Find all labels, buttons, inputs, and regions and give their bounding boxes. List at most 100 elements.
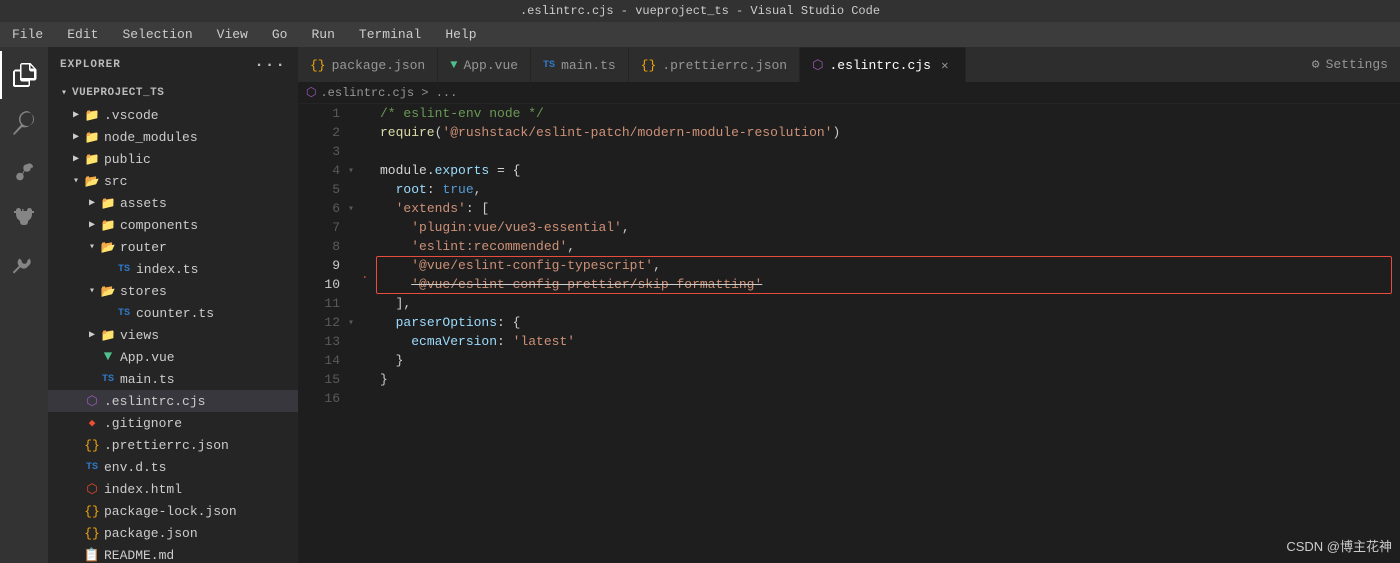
- code-span-9b: ,: [653, 256, 661, 275]
- tree-arrow-main-ts: [84, 371, 100, 387]
- activity-debug-icon[interactable]: [0, 195, 48, 243]
- menu-file[interactable]: File: [8, 25, 47, 44]
- code-span-9a: '@vue/eslint-config-typescript': [411, 256, 653, 275]
- tab-package-json[interactable]: {} package.json: [298, 47, 438, 82]
- tree-arrow-node-modules: ▶: [68, 129, 84, 145]
- tree-item-app-vue[interactable]: ▼ App.vue: [48, 346, 298, 368]
- code-line-5: root: true,: [380, 180, 1384, 199]
- menu-run[interactable]: Run: [307, 25, 338, 44]
- main-layout: EXPLORER ··· ▾ VUEPROJECT_TS ▶ 📁 .vscode…: [0, 47, 1400, 563]
- code-line-4: module.exports = {: [380, 161, 1384, 180]
- tree-item-prettierrc[interactable]: {} .prettierrc.json: [48, 434, 298, 456]
- tree-label-main-ts: main.ts: [120, 372, 175, 387]
- code-span-15a: }: [380, 370, 388, 389]
- tree-item-eslintrc[interactable]: ⬡ .eslintrc.cjs: [48, 390, 298, 412]
- tree-item-src[interactable]: ▾ 📂 src: [48, 170, 298, 192]
- tab-label-package-json: package.json: [332, 58, 426, 73]
- code-editor: 1 2 3 4 5 6 7 8 9 10 11 12 13 14 15 16: [298, 104, 1400, 563]
- tree-label-counter-ts: counter.ts: [136, 306, 214, 321]
- menu-go[interactable]: Go: [268, 25, 292, 44]
- code-span-14a: }: [396, 351, 404, 370]
- tree-item-counter-ts[interactable]: TS counter.ts: [48, 302, 298, 324]
- tree-label-node-modules: node_modules: [104, 130, 198, 145]
- tree-item-assets[interactable]: ▶ 📁 assets: [48, 192, 298, 214]
- code-lines-9-10-container: '@vue/eslint-config-typescript', '@vue/e…: [380, 256, 1384, 294]
- activity-scm-icon[interactable]: [0, 147, 48, 195]
- tree-item-root[interactable]: ▾ VUEPROJECT_TS: [48, 82, 298, 104]
- vue-icon-tab: ▼: [450, 58, 457, 72]
- breadcrumb-eslint-icon: ⬡: [306, 85, 316, 100]
- tree-item-node-modules[interactable]: ▶ 📁 node_modules: [48, 126, 298, 148]
- code-line-12: parserOptions: {: [380, 313, 1384, 332]
- tree-item-package-lock[interactable]: {} package-lock.json: [48, 500, 298, 522]
- code-span-5d: ,: [474, 180, 482, 199]
- code-span-5-indent: [380, 180, 396, 199]
- code-line-9: '@vue/eslint-config-typescript',: [380, 256, 1384, 275]
- tree-label-public: public: [104, 152, 151, 167]
- activity-bar: [0, 47, 48, 563]
- code-line-2: require('@rushstack/eslint-patch/modern-…: [380, 123, 1384, 142]
- folder-icon-src: 📂: [84, 173, 100, 189]
- activity-extensions-icon[interactable]: [0, 243, 48, 291]
- folder-icon-public: 📁: [84, 151, 100, 167]
- menu-help[interactable]: Help: [441, 25, 480, 44]
- code-span-11-indent: [380, 294, 396, 313]
- tree-item-index-html[interactable]: ⬡ index.html: [48, 478, 298, 500]
- folder-icon-vscode: 📁: [84, 107, 100, 123]
- tree-item-readme[interactable]: 📋 README.md: [48, 544, 298, 563]
- activity-explorer-icon[interactable]: [0, 51, 48, 99]
- folder-icon-node-modules: 📁: [84, 129, 100, 145]
- tree-item-router[interactable]: ▾ 📂 router: [48, 236, 298, 258]
- tree-item-public[interactable]: ▶ 📁 public: [48, 148, 298, 170]
- sidebar-content[interactable]: ▾ VUEPROJECT_TS ▶ 📁 .vscode ▶ 📁 node_mod…: [48, 82, 298, 563]
- tree-label-package-lock: package-lock.json: [104, 504, 237, 519]
- code-span-9-indent: [380, 256, 411, 275]
- watermark: CSDN @博主花神: [1286, 536, 1392, 555]
- tree-arrow-package-lock: [68, 503, 84, 519]
- tab-settings[interactable]: ⚙ Settings: [1300, 47, 1400, 82]
- code-span-8-indent: [380, 237, 411, 256]
- tree-arrow-stores: ▾: [84, 283, 100, 299]
- ts-icon-env: TS: [84, 459, 100, 475]
- tree-item-package-json[interactable]: {} package.json: [48, 522, 298, 544]
- tab-prettierrc-json[interactable]: {} .prettierrc.json: [629, 47, 800, 82]
- code-span-4a: module: [380, 161, 427, 180]
- code-span-6a: 'extends': [396, 199, 466, 218]
- activity-search-icon[interactable]: [0, 99, 48, 147]
- json-icon-package-lock: {}: [84, 503, 100, 519]
- tab-eslintrc-cjs[interactable]: ⬡ .eslintrc.cjs ✕: [800, 47, 966, 82]
- tree-item-stores[interactable]: ▾ 📂 stores: [48, 280, 298, 302]
- tree-label-gitignore: .gitignore: [104, 416, 182, 431]
- code-line-6: 'extends': [: [380, 199, 1384, 218]
- ts-icon-main: TS: [100, 371, 116, 387]
- folder-icon-assets: 📁: [100, 195, 116, 211]
- tab-label-app-vue: App.vue: [463, 58, 518, 73]
- menu-edit[interactable]: Edit: [63, 25, 102, 44]
- code-span-2c: '@rushstack/eslint-patch/modern-module-r…: [442, 123, 832, 142]
- menu-selection[interactable]: Selection: [118, 25, 196, 44]
- tree-label-prettierrc: .prettierrc.json: [104, 438, 229, 453]
- tree-label-router-index: index.ts: [136, 262, 198, 277]
- tree-arrow-index-html: [68, 481, 84, 497]
- menu-terminal[interactable]: Terminal: [355, 25, 425, 44]
- tree-label-eslintrc: .eslintrc.cjs: [104, 394, 205, 409]
- tree-arrow-views: ▶: [84, 327, 100, 343]
- code-line-10: '@vue/eslint-config-prettier/skip-format…: [380, 275, 1384, 294]
- tab-label-eslintrc: .eslintrc.cjs: [829, 58, 930, 73]
- code-content[interactable]: /* eslint-env node */ require('@rushstac…: [364, 104, 1400, 563]
- tree-item-components[interactable]: ▶ 📁 components: [48, 214, 298, 236]
- tab-main-ts[interactable]: TS main.ts: [531, 47, 629, 82]
- tab-app-vue[interactable]: ▼ App.vue: [438, 47, 531, 82]
- sidebar-header-actions[interactable]: ···: [254, 56, 286, 74]
- tree-item-gitignore[interactable]: ◆ .gitignore: [48, 412, 298, 434]
- json-icon-tab-prettier: {}: [641, 58, 657, 73]
- tree-item-views[interactable]: ▶ 📁 views: [48, 324, 298, 346]
- tree-label-src: src: [104, 174, 127, 189]
- sidebar: EXPLORER ··· ▾ VUEPROJECT_TS ▶ 📁 .vscode…: [48, 47, 298, 563]
- tree-item-router-index[interactable]: TS index.ts: [48, 258, 298, 280]
- tree-item-env-dts[interactable]: TS env.d.ts: [48, 456, 298, 478]
- tab-close-eslintrc[interactable]: ✕: [937, 57, 953, 73]
- tree-item-vscode[interactable]: ▶ 📁 .vscode: [48, 104, 298, 126]
- tree-item-main-ts[interactable]: TS main.ts: [48, 368, 298, 390]
- menu-view[interactable]: View: [213, 25, 252, 44]
